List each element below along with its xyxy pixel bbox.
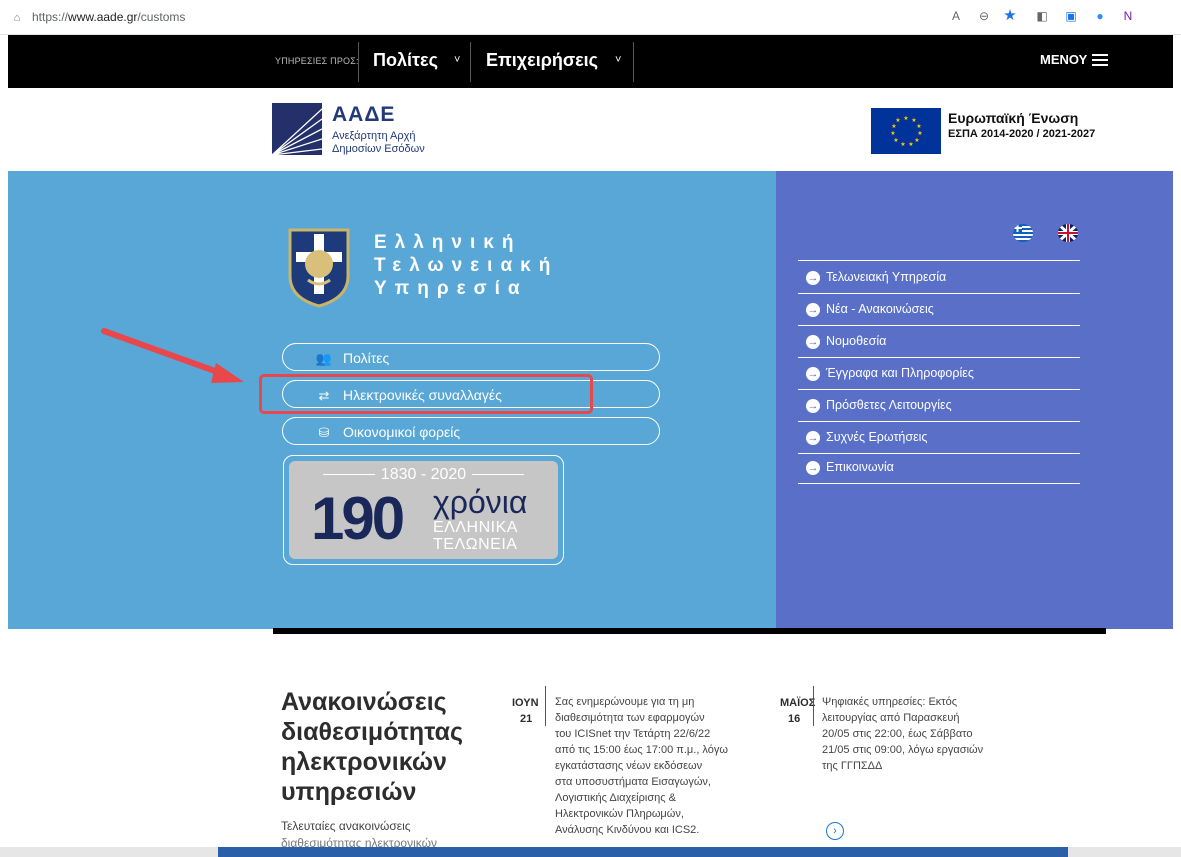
announcement-item[interactable]: Ψηφιακές υπηρεσίες: Εκτός λειτουργίας απ…: [822, 694, 983, 774]
announcements-heading-line2: διαθεσιμότητας: [281, 718, 464, 746]
side-menu-item-label: Πρόσθετες Λειτουργίες: [826, 398, 952, 412]
nav-citizens-link[interactable]: Πολίτες: [373, 50, 438, 71]
announcement-date-divider: [545, 686, 546, 726]
svg-text:★: ★: [917, 130, 922, 137]
nav-divider: [358, 42, 359, 82]
onenote-icon[interactable]: N: [1120, 8, 1136, 24]
announcements-heading-line4: υπηρεσιών: [281, 778, 417, 806]
side-menu-item-label: Νομοθεσία: [826, 334, 887, 348]
svg-text:★: ★: [916, 123, 921, 130]
nav-divider: [633, 42, 634, 82]
anniversary-number: 190: [311, 485, 405, 552]
side-menu-item-documents[interactable]: → Έγγραφα και Πληροφορίες: [798, 357, 1080, 390]
hamburger-icon[interactable]: [1092, 54, 1108, 66]
announcement-item[interactable]: Σας ενημερώνουμε για τη μη διαθεσιμότητα…: [555, 694, 728, 838]
extension-icon-2[interactable]: ▣: [1063, 8, 1079, 24]
svg-text:★: ★: [890, 130, 895, 137]
arrow-right-icon: →: [806, 430, 820, 445]
svg-text:★: ★: [908, 141, 913, 148]
url-host: www.aade.gr: [68, 10, 138, 24]
favorite-star-icon[interactable]: ★: [1002, 8, 1018, 24]
arrow-right-icon: →: [806, 334, 820, 349]
chevron-down-icon[interactable]: ˅: [454, 54, 460, 66]
side-menu-item-label: Επικοινωνία: [826, 460, 894, 474]
menu-button[interactable]: ΜΕΝΟΥ: [1040, 52, 1087, 67]
highlight-box: [259, 374, 593, 414]
side-menu-item-faq[interactable]: → Συχνές Ερωτήσεις: [798, 421, 1080, 454]
anniversary-line1: ΕΛΛΗΝΙΚΑ: [433, 519, 518, 536]
aade-subtitle-line1: Ανεξάρτητη Αρχή: [332, 130, 416, 142]
nav-business-link[interactable]: Επιχειρήσεις: [486, 50, 598, 71]
svg-text:★: ★: [903, 115, 908, 122]
announcements-heading-line3: ηλεκτρονικών: [281, 748, 447, 776]
side-menu-item-label: Νέα - Ανακοινώσεις: [826, 302, 934, 316]
url-prefix: https://: [32, 10, 69, 24]
arrow-right-icon: →: [806, 270, 820, 285]
service-title-line2: Τελωνειακή: [374, 255, 559, 276]
url-path: /customs: [137, 10, 186, 24]
announcement-month: ΜΑΪΟΣ: [780, 697, 816, 709]
announcement-month: ΙΟΥΝ: [512, 697, 539, 709]
read-aloud-icon[interactable]: A: [948, 8, 964, 24]
nav-divider: [470, 42, 471, 82]
users-icon: 👥: [315, 351, 333, 366]
anniversary-line2: ΤΕΛΩΝΕΙΑ: [433, 536, 518, 553]
zoom-app-icon[interactable]: ●: [1092, 8, 1108, 24]
side-menu-item-news[interactable]: → Νέα - Ανακοινώσεις: [798, 293, 1080, 326]
announcements-heading-line1: Ανακοινώσεις: [281, 688, 447, 716]
address-bar[interactable]: ⌂ https://www.aade.gr/customs: [10, 7, 1030, 27]
lock-icon: ⌂: [13, 12, 21, 24]
anniversary-word: χρόνια: [433, 484, 528, 520]
side-menu-item-legislation[interactable]: → Νομοθεσία: [798, 325, 1080, 358]
side-menu-item-contact[interactable]: → Επικοινωνία: [798, 451, 1080, 484]
svg-text:★: ★: [914, 137, 919, 144]
anniversary-years: 1830 - 2020: [289, 466, 558, 484]
economic-operators-button[interactable]: ⛁ Οικονομικοί φορείς: [282, 417, 660, 445]
english-language-icon[interactable]: [1058, 224, 1078, 242]
aade-title[interactable]: ΑΑΔΕ: [332, 103, 395, 127]
announcement-day: 21: [520, 713, 533, 725]
aade-logo[interactable]: [271, 103, 323, 156]
extension-icon[interactable]: ◧: [1034, 8, 1050, 24]
eu-flag-icon: ★ ★ ★ ★ ★ ★ ★ ★ ★ ★ ★: [871, 108, 941, 154]
svg-text:★: ★: [893, 137, 898, 144]
customs-emblem-icon: [284, 224, 354, 308]
coins-icon: ⛁: [318, 425, 330, 440]
arrow-right-icon: →: [806, 398, 820, 413]
side-menu-item-customs-service[interactable]: → Τελωνειακή Υπηρεσία: [798, 261, 1080, 294]
svg-text:★: ★: [895, 117, 900, 124]
nav-prefix-label: ΥΠΗΡΕΣΙΕΣ ΠΡΟΣ:: [275, 56, 359, 66]
announcement-day: 16: [788, 713, 801, 725]
side-menu-item-label: Έγγραφα και Πληροφορίες: [826, 366, 974, 380]
arrow-right-icon: →: [806, 302, 820, 317]
side-menu-item-label: Συχνές Ερωτήσεις: [826, 430, 928, 444]
red-arrow-annotation: [101, 328, 244, 383]
aade-subtitle-line2: Δημοσίων Εσόδων: [332, 143, 425, 155]
economic-operators-label: Οικονομικοί φορείς: [343, 424, 461, 440]
taskbar-apps[interactable]: [218, 847, 1068, 857]
side-menu-item-additional[interactable]: → Πρόσθετες Λειτουργίες: [798, 389, 1080, 422]
side-menu-item-label: Τελωνειακή Υπηρεσία: [826, 270, 947, 284]
announcement-date-divider: [813, 686, 814, 726]
arrow-right-icon: →: [806, 460, 820, 475]
eu-title: Ευρωπαϊκή Ένωση: [948, 110, 1079, 126]
chevron-right-circle-icon[interactable]: ›: [826, 822, 844, 840]
eu-subtitle: ΕΣΠΑ 2014-2020 / 2021-2027: [948, 128, 1096, 140]
svg-text:★: ★: [900, 141, 905, 148]
service-title-line3: Υπηρεσία: [374, 278, 528, 299]
zoom-icon[interactable]: ⊖: [976, 8, 992, 24]
greek-language-icon[interactable]: [1013, 224, 1033, 242]
announcements-subheading: Τελευταίες ανακοινώσεις: [281, 819, 411, 833]
section-divider: [273, 628, 1106, 634]
citizens-button-label: Πολίτες: [343, 350, 390, 366]
service-title-line1: Ελληνική: [374, 232, 522, 253]
citizens-button[interactable]: 👥 Πολίτες: [282, 343, 660, 371]
svg-text:★: ★: [891, 123, 896, 130]
arrow-right-icon: →: [806, 366, 820, 381]
chevron-down-icon[interactable]: ˅: [615, 54, 621, 66]
